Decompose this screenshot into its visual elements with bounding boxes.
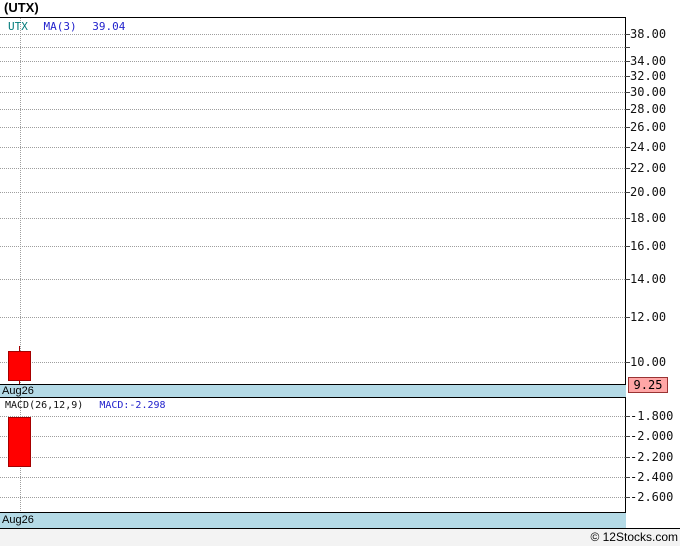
price-gridline — [0, 168, 625, 169]
macd-axis-label: -2.000 — [630, 429, 674, 443]
price-gridline — [0, 192, 625, 193]
macd-axis-label: -2.600 — [630, 490, 674, 504]
candle-body — [8, 351, 31, 381]
stock-chart-page: (UTX) 38.00 34.00 32.00 30.00 28.00 26.00 24.0… — [0, 0, 680, 546]
date-label-macd: Aug26 — [2, 514, 34, 526]
macd-axis-label: -1.800 — [630, 409, 674, 423]
price-gridline — [0, 61, 625, 62]
price-gridline — [0, 92, 625, 93]
macd-legend: MACD(26,12,9) MACD:-2.298 — [5, 400, 166, 411]
price-axis-label: 12.00 — [630, 310, 667, 324]
price-gridline — [0, 34, 625, 35]
footer-bar: © 12Stocks.com — [0, 529, 680, 546]
macd-gridline — [0, 477, 625, 478]
price-gridline — [0, 147, 625, 148]
macd-gridline — [0, 416, 625, 417]
price-gridline — [0, 246, 625, 247]
price-tick — [625, 47, 630, 48]
date-band-main: Aug26 — [0, 384, 626, 398]
credit-link[interactable]: © 12Stocks.com — [590, 530, 680, 544]
price-axis-label: 38.00 — [630, 27, 667, 41]
price-axis-label: 14.00 — [630, 272, 667, 286]
price-axis-label: 34.00 — [630, 54, 667, 68]
price-gridline — [0, 127, 625, 128]
price-axis-label: 30.00 — [630, 85, 667, 99]
page-title: (UTX) — [4, 0, 39, 15]
price-axis-line — [625, 17, 626, 529]
price-axis-label: 10.00 — [630, 355, 667, 369]
price-axis-label: 20.00 — [630, 185, 667, 199]
price-axis-label: 18.00 — [630, 211, 667, 225]
price-gridline — [0, 218, 625, 219]
price-axis-label: 32.00 — [630, 69, 667, 83]
macd-gridline — [0, 457, 625, 458]
macd-gridline — [0, 497, 625, 498]
last-price-badge: 9.25 — [628, 377, 668, 393]
date-band-macd: Aug26 — [0, 512, 626, 528]
price-gridline — [0, 47, 625, 48]
main-chart-legend: UTX MA(3) 39.04 — [8, 20, 134, 33]
price-gridline — [0, 279, 625, 280]
macd-value-label: MACD:-2.298 — [99, 400, 166, 411]
ma-indicator-label: MA(3) — [43, 20, 77, 33]
macd-axis-label: -2.400 — [630, 470, 674, 484]
price-axis-label: 28.00 — [630, 102, 667, 116]
main-panel-top-border — [0, 17, 626, 18]
ma-indicator-value: 39.04 — [92, 20, 126, 33]
price-axis-label: 16.00 — [630, 239, 667, 253]
date-gridline-main — [20, 18, 21, 383]
macd-axis-label: -2.200 — [630, 450, 674, 464]
price-axis-label: 24.00 — [630, 140, 667, 154]
price-axis-label: 26.00 — [630, 120, 667, 134]
price-gridline — [0, 317, 625, 318]
price-axis-label: 22.00 — [630, 161, 667, 175]
date-label-main: Aug26 — [2, 385, 34, 397]
price-gridline — [0, 362, 625, 363]
macd-gridline — [0, 436, 625, 437]
macd-histogram-bar — [8, 417, 31, 467]
price-gridline — [0, 76, 625, 77]
ticker-symbol: UTX — [8, 20, 28, 33]
price-gridline — [0, 109, 625, 110]
macd-params-label: MACD(26,12,9) — [5, 400, 84, 411]
